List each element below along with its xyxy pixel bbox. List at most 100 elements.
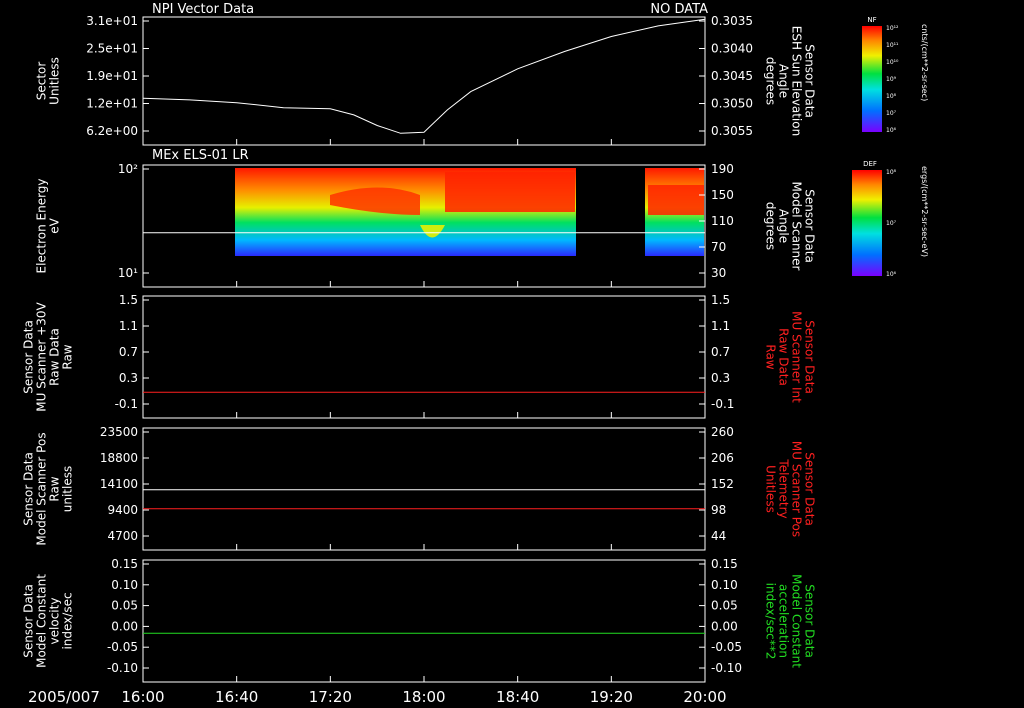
right-tick-label: 0.3055 <box>711 124 753 138</box>
left-tick-label: 10² <box>118 162 138 176</box>
right-axis-title-line: acceleration <box>777 584 791 658</box>
right-tick-label: 0.3 <box>711 371 730 385</box>
time-tick-label: 20:00 <box>683 688 726 706</box>
right-tick-label: 260 <box>711 425 734 439</box>
left-tick-label: 0.00 <box>111 619 138 633</box>
panel-1-status: NO DATA <box>650 2 708 17</box>
right-tick-label: 0.3050 <box>711 97 753 111</box>
right-axis-title-line: Sensor Data <box>803 44 817 118</box>
time-tick-label: 18:00 <box>402 688 445 706</box>
right-tick-label: 1.5 <box>711 293 730 307</box>
left-tick-label: 14100 <box>100 477 138 491</box>
right-axis-title-line: MU Scanner Pos <box>790 441 804 537</box>
right-tick-label: 0.00 <box>711 619 738 633</box>
right-tick-label: 0.3035 <box>711 14 753 28</box>
left-tick-label: -0.10 <box>107 661 138 675</box>
left-axis-title: Sector Unitless <box>35 57 62 105</box>
time-tick-label: 17:20 <box>309 688 352 706</box>
colorbar-1-tick: 10¹¹ <box>886 42 899 49</box>
colorbar-2-tick: 10⁶ <box>886 271 897 278</box>
right-tick-label: 150 <box>711 188 734 202</box>
right-axis-title-line: Sensor Data <box>803 320 817 394</box>
left-axis-title-line: eV <box>48 217 62 233</box>
right-axis-title-line: degrees <box>764 57 778 105</box>
right-axis-title-line: Telemetry <box>777 458 791 518</box>
time-tick-label: 19:20 <box>590 688 633 706</box>
left-tick-label: 10¹ <box>118 266 138 280</box>
right-tick-label: -0.05 <box>711 640 742 654</box>
left-axis-title-line: Sensor Data <box>22 584 36 658</box>
spectrogram-hot-band-2 <box>648 185 704 215</box>
right-axis-title-line: index/sec**2 <box>764 583 778 660</box>
colorbar-2-gradient <box>852 170 882 276</box>
left-axis-title-line: index/sec <box>61 592 75 649</box>
left-axis-title-line: Raw <box>48 476 62 501</box>
colorbar-1-tick: 10¹⁰ <box>886 59 899 66</box>
left-tick-label: 1.9e+01 <box>86 69 138 83</box>
left-axis-title-line: Unitless <box>48 57 62 105</box>
right-tick-label: 0.10 <box>711 578 738 592</box>
left-tick-label: 1.5 <box>119 293 138 307</box>
right-axis-title-line: Angle <box>777 209 791 243</box>
right-tick-label: -0.1 <box>711 397 734 411</box>
left-tick-label: 6.2e+00 <box>86 124 138 138</box>
right-tick-label: 190 <box>711 162 734 176</box>
right-tick-label: 206 <box>711 451 734 465</box>
right-axis-title-line: Raw <box>764 344 778 369</box>
colorbar-1-tick: 10⁷ <box>886 110 897 117</box>
right-axis-title-line: Sensor Data <box>803 189 817 263</box>
right-axis-title-line: Angle <box>777 64 791 98</box>
panel-2-title: MEx ELS-01 LR <box>152 148 249 163</box>
spectrogram-hot-band <box>445 172 575 212</box>
right-tick-label: 70 <box>711 240 726 254</box>
right-axis-title-line: degrees <box>764 202 778 250</box>
left-tick-label: 4700 <box>107 529 138 543</box>
time-tick-label: 18:40 <box>496 688 539 706</box>
right-axis-title-line: Model Scanner <box>790 182 804 271</box>
left-tick-label: -0.1 <box>115 397 138 411</box>
left-tick-label: 9400 <box>107 503 138 517</box>
right-tick-label: 0.3045 <box>711 69 753 83</box>
right-axis-title: Sensor DataModel Constantaccelerationind… <box>764 574 817 668</box>
right-axis-title-line: Raw Data <box>777 328 791 386</box>
left-axis-title-line: Model Constant <box>35 574 49 668</box>
colorbar-2-label: DEF <box>863 160 877 168</box>
left-tick-label: 1.2e+01 <box>86 97 138 111</box>
left-tick-label: 0.15 <box>111 557 138 571</box>
right-tick-label: 0.15 <box>711 557 738 571</box>
left-tick-label: 0.7 <box>119 345 138 359</box>
left-tick-label: 1.1 <box>119 319 138 333</box>
colorbar-1-tick: 10⁶ <box>886 127 897 134</box>
panel-1-title: NPI Vector Data <box>152 2 254 17</box>
left-tick-label: 18800 <box>100 451 138 465</box>
left-tick-label: 2.5e+01 <box>86 42 138 56</box>
right-tick-label: 0.3040 <box>711 42 753 56</box>
left-tick-label: 0.3 <box>119 371 138 385</box>
colorbar-1-tick: 10⁸ <box>886 93 897 100</box>
left-axis-title-line: Raw <box>61 344 75 369</box>
left-axis-title-line: unitless <box>61 466 75 512</box>
left-tick-label: 0.10 <box>111 578 138 592</box>
right-tick-label: 44 <box>711 529 726 543</box>
right-tick-label: 98 <box>711 503 726 517</box>
right-tick-label: 152 <box>711 477 734 491</box>
time-tick-label: 16:00 <box>121 688 164 706</box>
colorbar-1-gradient <box>862 26 882 132</box>
time-tick-label: 16:40 <box>215 688 258 706</box>
right-tick-label: 0.05 <box>711 599 738 613</box>
right-axis-title-line: MU Scanner Int <box>790 311 804 403</box>
right-tick-label: 110 <box>711 214 734 228</box>
right-tick-label: 0.7 <box>711 345 730 359</box>
right-axis-title-line: Sensor Data <box>803 452 817 526</box>
right-axis-title-line: ESH Sun Elevation <box>790 26 804 136</box>
left-axis-title-line: Model Scanner Pos <box>35 432 49 545</box>
left-axis-title-line: MU Scanner +30V <box>35 302 49 412</box>
right-axis-title-line: Model Constant <box>790 574 804 668</box>
colorbar-1-units: cnts/(cm**2-sr-sec) <box>920 24 929 101</box>
right-tick-label: -0.10 <box>711 661 742 675</box>
left-tick-label: 0.05 <box>111 599 138 613</box>
left-axis-title-line: Sensor Data <box>22 452 36 526</box>
left-axis-title-line: velocity <box>48 598 62 645</box>
colorbar-1-label: NF <box>867 16 876 24</box>
right-axis-title-line: Sensor Data <box>803 584 817 658</box>
